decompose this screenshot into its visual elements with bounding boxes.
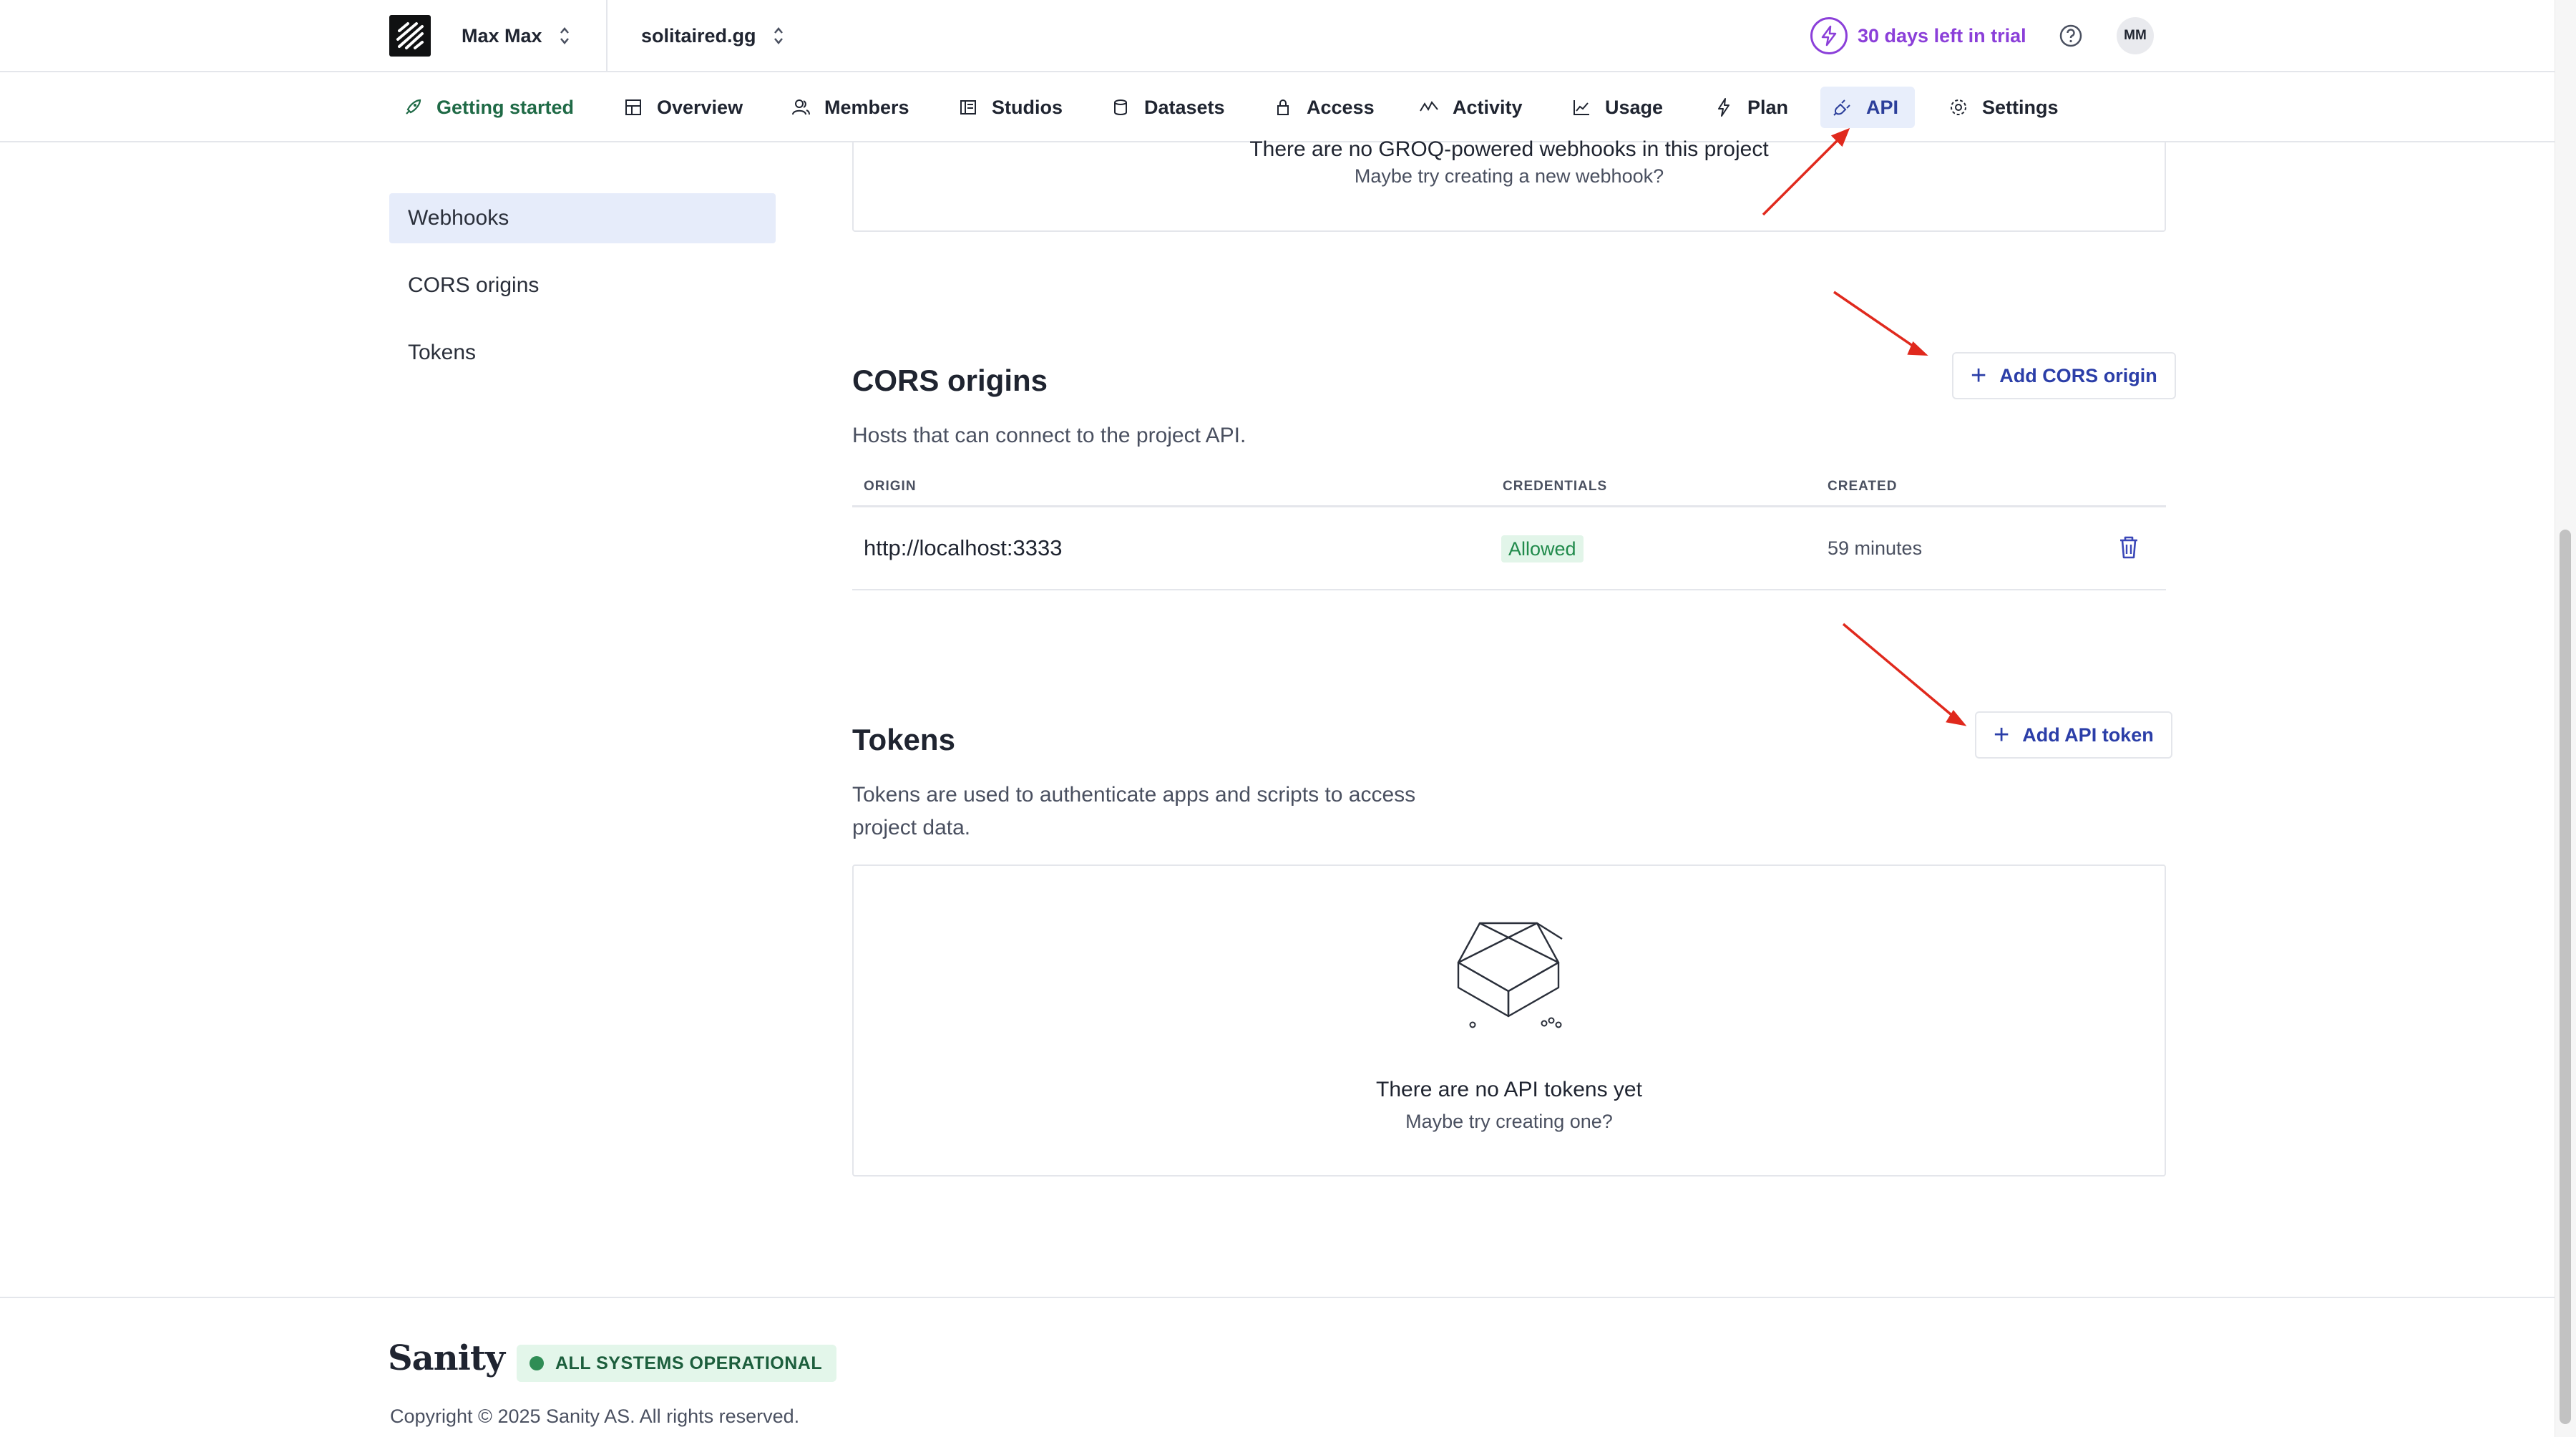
status-badge: Allowed (1501, 535, 1584, 562)
tab-api[interactable]: API (1820, 87, 1915, 128)
tab-label: Activity (1453, 96, 1523, 118)
activity-icon (1420, 101, 1438, 112)
plus-icon: + (1971, 361, 1987, 391)
webhooks-empty-card: There are no GROQ-powered webhooks in th… (852, 137, 2166, 232)
tab-usage[interactable]: Usage (1559, 87, 1674, 128)
project-tabs: Getting started Overview Members Studios… (0, 72, 2555, 142)
tokens-description-line: Tokens are used to authenticate apps and… (852, 783, 1416, 807)
tab-overview[interactable]: Overview (611, 87, 754, 128)
table-row-divider (852, 589, 2166, 590)
system-status-text: ALL SYSTEMS OPERATIONAL (555, 1353, 823, 1373)
bolt-icon (1718, 98, 1729, 117)
column-header-credentials: CREDENTIALS (1503, 479, 1608, 494)
trial-indicator[interactable]: 30 days left in trial (1810, 16, 2026, 56)
annotation-arrowhead (1907, 341, 1928, 356)
layout-icon (625, 99, 641, 115)
sanity-logo-icon[interactable] (389, 15, 431, 57)
tokens-description-line: project data. (852, 816, 971, 839)
plug-icon (1833, 99, 1850, 116)
project-switcher[interactable]: solitaired.gg (641, 20, 785, 52)
tab-label: Settings (1982, 96, 2059, 118)
cors-section-title: CORS origins (852, 364, 1048, 397)
column-header-origin: ORIGIN (864, 479, 917, 494)
top-header: Max Max solitaired.gg 30 days left in tr… (0, 0, 2555, 72)
sidebar-item-tokens[interactable]: Tokens (389, 328, 776, 378)
org-switcher[interactable]: Max Max (462, 20, 571, 52)
add-api-token-label: Add API token (2022, 724, 2154, 746)
tab-plan[interactable]: Plan (1702, 87, 1800, 128)
created-value: 59 minutes (1828, 537, 1923, 559)
sanity-wordmark[interactable]: Sanity (388, 1338, 505, 1378)
footer-divider (0, 1297, 2555, 1298)
cors-section-description: Hosts that can connect to the project AP… (852, 424, 1246, 447)
tab-access[interactable]: Access (1261, 87, 1386, 128)
column-header-created: CREATED (1828, 479, 1898, 494)
plus-icon: + (1994, 720, 2010, 750)
tab-activity[interactable]: Activity (1407, 87, 1534, 128)
cors-origin-value: http://localhost:3333 (864, 535, 1063, 560)
add-api-token-button[interactable]: + Add API token (1975, 711, 2172, 759)
users-icon (792, 99, 810, 115)
tab-label: Studios (992, 96, 1063, 118)
project-name: solitaired.gg (641, 24, 756, 47)
add-cors-origin-label: Add CORS origin (1999, 364, 2157, 386)
tab-label: Plan (1747, 96, 1789, 118)
tab-members[interactable]: Members (779, 87, 921, 128)
chevron-up-down-icon (560, 27, 569, 44)
bolt-icon (1810, 17, 1848, 54)
tokens-section-title: Tokens (852, 723, 955, 756)
tab-label: Getting started (436, 96, 575, 118)
webhooks-empty-subtitle: Maybe try creating a new webhook? (1354, 165, 1664, 187)
tokens-empty-subtitle: Maybe try creating one? (1405, 1111, 1613, 1132)
tab-datasets[interactable]: Datasets (1098, 87, 1236, 128)
header-divider (606, 0, 608, 72)
studio-icon (960, 100, 976, 115)
tab-label: Members (824, 96, 909, 118)
tokens-section-description: Tokens are used to authenticate apps and… (852, 779, 1415, 844)
avatar[interactable]: MM (2117, 17, 2154, 54)
tab-label: Usage (1605, 96, 1664, 118)
table-header-divider (852, 505, 2166, 507)
database-icon (1114, 99, 1127, 115)
sidebar-item-webhooks[interactable]: Webhooks (389, 193, 776, 243)
scrollbar-thumb[interactable] (2560, 530, 2571, 1424)
tokens-empty-title: There are no API tokens yet (1376, 1078, 1642, 1101)
lock-icon (1277, 99, 1289, 115)
tab-label: API (1866, 96, 1899, 118)
trial-text: 30 days left in trial (1858, 24, 2026, 47)
annotation-arrow (1833, 291, 1918, 351)
tab-label: Access (1307, 96, 1375, 118)
help-icon[interactable] (2058, 23, 2084, 49)
copyright-text: Copyright © 2025 Sanity AS. All rights r… (390, 1406, 800, 1427)
tab-label: Datasets (1144, 96, 1225, 118)
empty-box-icon (1457, 922, 1563, 1028)
chart-icon (1574, 100, 1589, 115)
annotation-arrow (1842, 623, 1956, 719)
tab-settings[interactable]: Settings (1936, 87, 2070, 128)
trash-icon[interactable] (2117, 534, 2141, 561)
chevron-up-down-icon (774, 27, 783, 44)
org-name: Max Max (462, 24, 542, 47)
tab-label: Overview (657, 96, 743, 118)
add-cors-origin-button[interactable]: + Add CORS origin (1952, 352, 2176, 399)
status-dot-icon (530, 1356, 544, 1370)
tab-getting-started[interactable]: Getting started (391, 87, 585, 128)
sidebar-item-cors-origins[interactable]: CORS origins (389, 260, 776, 311)
annotation-arrowhead (1946, 709, 1967, 726)
gear-icon (1951, 99, 1966, 115)
system-status-badge[interactable]: ALL SYSTEMS OPERATIONAL (517, 1345, 837, 1382)
rocket-icon (406, 99, 421, 115)
webhooks-empty-title: There are no GROQ-powered webhooks in th… (1249, 137, 1769, 161)
tab-studios[interactable]: Studios (946, 87, 1074, 128)
